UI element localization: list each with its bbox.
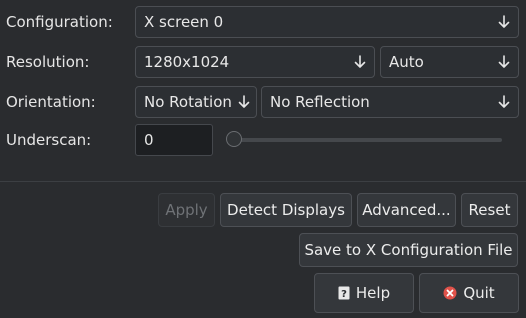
configuration-label: Configuration: <box>6 13 113 31</box>
resolution-label: Resolution: <box>6 53 90 71</box>
resolution-dropdown[interactable]: 1280x1024 <box>135 46 375 78</box>
advanced-button[interactable]: Advanced... <box>357 193 456 227</box>
help-label: Help <box>355 284 391 302</box>
configuration-value: X screen 0 <box>144 13 224 31</box>
detect-displays-button[interactable]: Detect Displays <box>220 193 352 227</box>
reflection-value: No Reflection <box>270 93 370 111</box>
separator <box>0 181 526 182</box>
apply-button[interactable]: Apply <box>158 193 215 227</box>
help-icon: ? <box>338 286 350 300</box>
reset-button[interactable]: Reset <box>461 193 518 227</box>
arrow-down-icon <box>236 94 252 110</box>
refresh-rate-dropdown[interactable]: Auto <box>380 46 519 78</box>
rotation-dropdown[interactable]: No Rotation <box>135 86 257 118</box>
orientation-label: Orientation: <box>6 93 96 111</box>
save-x-configuration-button[interactable]: Save to X Configuration File <box>299 233 518 267</box>
underscan-slider-handle[interactable] <box>226 131 242 147</box>
quit-icon <box>443 286 457 300</box>
underscan-input[interactable]: 0 <box>135 124 213 156</box>
arrow-down-icon <box>496 54 512 70</box>
resolution-value: 1280x1024 <box>144 53 230 71</box>
arrow-down-icon <box>352 54 368 70</box>
underscan-value: 0 <box>144 131 154 149</box>
quit-label: Quit <box>463 284 495 302</box>
underscan-label: Underscan: <box>6 131 92 149</box>
reflection-dropdown[interactable]: No Reflection <box>261 86 519 118</box>
refresh-rate-value: Auto <box>389 53 424 71</box>
configuration-dropdown[interactable]: X screen 0 <box>135 6 519 38</box>
display-configuration-panel: Configuration: Resolution: Orientation: … <box>0 0 526 318</box>
quit-button[interactable]: Quit <box>419 273 519 313</box>
arrow-down-icon <box>496 94 512 110</box>
help-button[interactable]: ? Help <box>314 273 414 313</box>
svg-text:?: ? <box>341 289 347 300</box>
underscan-slider-track[interactable] <box>232 138 502 142</box>
arrow-down-icon <box>496 14 512 30</box>
rotation-value: No Rotation <box>144 93 232 111</box>
